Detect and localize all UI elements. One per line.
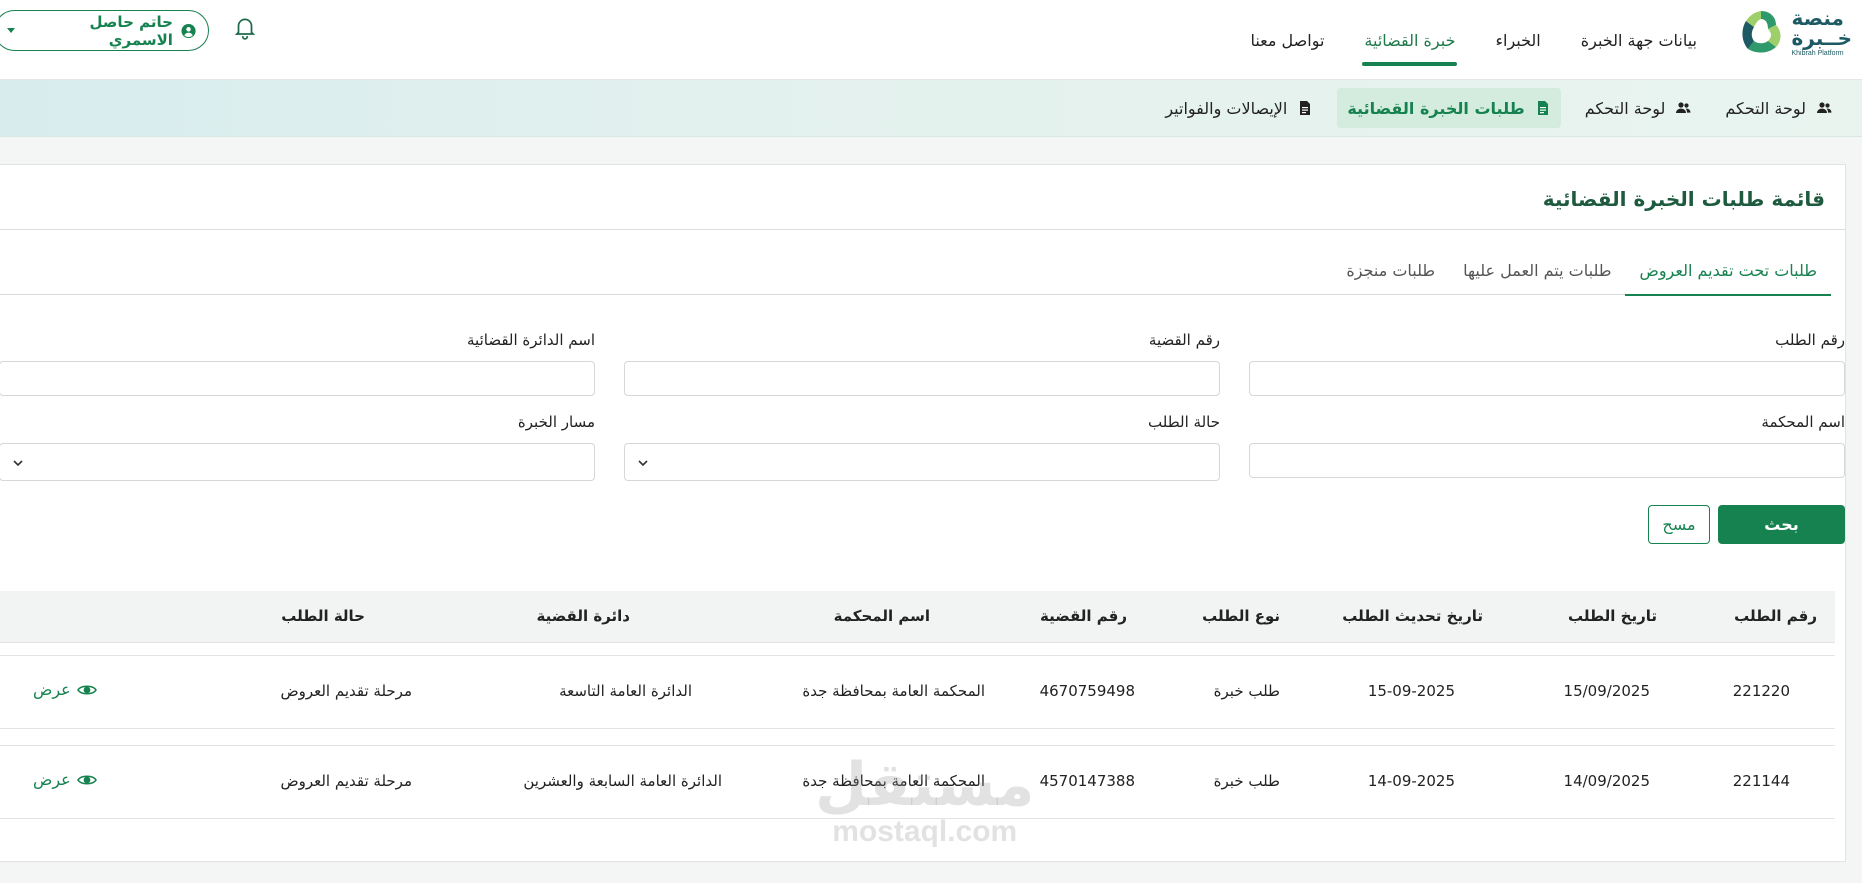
court-name-label: اسم المحكمة (1761, 413, 1845, 431)
cell-request-date: 15/09/2025 (1563, 682, 1650, 700)
title-divider (0, 229, 1845, 230)
cell-court-name: المحكمة العامة بمحافظة جدة (802, 682, 985, 700)
document-icon (1300, 101, 1311, 115)
th-court-name: اسم المحكمة (833, 607, 930, 625)
th-case-number: رقم القضية (1039, 607, 1127, 625)
request-status-select[interactable] (624, 443, 1220, 481)
cell-case-circuit: الدائرة العامة التاسعة (559, 682, 692, 700)
cell-case-circuit: الدائرة العامة السابعة والعشرين (523, 772, 722, 790)
search-button[interactable]: بحث (1718, 505, 1845, 544)
nav-label: تواصل معنا (1250, 30, 1325, 50)
nav-experts[interactable]: الخبراء (1475, 0, 1560, 80)
tab-under-offers[interactable]: طلبات تحت تقديم العروض (1625, 261, 1831, 296)
platform-logo[interactable]: منصة خــبرة Khibrah Platform (1732, 6, 1852, 58)
expertise-path-label: مسار الخبرة (517, 413, 595, 431)
subnav-label: لوحة التحكم (1725, 98, 1806, 118)
expertise-path-select[interactable] (0, 443, 595, 481)
eye-icon (76, 684, 97, 695)
view-label: عرض (33, 770, 71, 789)
subnav-receipts-invoices[interactable]: الإيصالات والفواتير (1155, 88, 1323, 128)
cell-request-status: مرحلة تقديم العروض (280, 682, 412, 700)
main-nav: بيانات جهة الخبرة الخبراء خبرة القضائية … (1230, 0, 1717, 80)
users-icon (1676, 102, 1691, 113)
th-case-circuit: دائرة القضية (536, 607, 630, 625)
cell-case-number: 4570147388 (1039, 772, 1135, 790)
user-circle-icon (181, 23, 196, 38)
subnav-label: طلبات الخبرة القضائية (1347, 98, 1525, 118)
chevron-down-icon (7, 28, 15, 33)
tab-in-progress[interactable]: طلبات يتم العمل عليها (1449, 261, 1625, 295)
table-row: 221144 14/09/2025 14-09-2025 طلب خبرة 45… (0, 745, 1835, 819)
users-icon (1817, 102, 1832, 113)
th-request-number: رقم الطلب (1734, 607, 1817, 625)
top-header: منصة خــبرة Khibrah Platform بيانات جهة … (0, 0, 1862, 80)
clear-button[interactable]: مسح (1648, 505, 1710, 544)
th-update-date: تاريخ تحديث الطلب (1342, 607, 1483, 625)
requests-card: قائمة طلبات الخبرة القضائية طلبات تحت تق… (0, 164, 1846, 862)
subnav-dashboard-2[interactable]: لوحة التحكم (1575, 88, 1702, 128)
request-number-input[interactable] (1249, 361, 1845, 396)
subnav-dashboard-1[interactable]: لوحة التحكم (1715, 88, 1842, 128)
cell-court-name: المحكمة العامة بمحافظة جدة (802, 772, 985, 790)
cell-update-date: 15-09-2025 (1367, 682, 1455, 700)
logo-line1: منصة (1791, 5, 1844, 30)
request-number-label: رقم الطلب (1775, 331, 1845, 349)
cell-request-type: طلب خبرة (1213, 772, 1280, 790)
court-name-input[interactable] (1249, 443, 1845, 478)
subnav-judicial-requests[interactable]: طلبات الخبرة القضائية (1337, 88, 1561, 128)
cell-request-status: مرحلة تقديم العروض (280, 772, 412, 790)
notification-bell-icon[interactable] (232, 14, 258, 40)
view-request-link[interactable]: عرض (33, 680, 97, 699)
sub-nav: لوحة التحكم لوحة التحكم طلبات الخبرة الق… (0, 80, 1862, 137)
circuit-name-label: اسم الدائرة القضائية (467, 331, 595, 349)
subnav-label: الإيصالات والفواتير (1165, 98, 1288, 118)
cell-request-date: 14/09/2025 (1563, 772, 1650, 790)
cell-request-number: 221220 (1732, 682, 1790, 700)
logo-english: Khibrah Platform (1791, 49, 1844, 57)
th-request-type: نوع الطلب (1202, 607, 1280, 625)
cell-update-date: 14-09-2025 (1367, 772, 1455, 790)
logo-text: منصة خــبرة Khibrah Platform (1792, 8, 1853, 57)
view-label: عرض (33, 680, 71, 699)
cell-request-type: طلب خبرة (1213, 682, 1280, 700)
th-request-date: تاريخ الطلب (1568, 607, 1657, 625)
subnav-label: لوحة التحكم (1584, 98, 1666, 118)
case-number-label: رقم القضية (1148, 331, 1220, 349)
table-row: 221220 15/09/2025 15-09-2025 طلب خبرة 46… (0, 655, 1835, 729)
circuit-name-input[interactable] (0, 361, 595, 396)
request-tabs: طلبات تحت تقديم العروض طلبات يتم العمل ع… (0, 261, 1831, 296)
case-number-input[interactable] (624, 361, 1220, 396)
request-status-label: حالة الطلب (1148, 413, 1220, 431)
table-header: رقم الطلب تاريخ الطلب تاريخ تحديث الطلب … (0, 591, 1835, 643)
logo-mark-icon (1741, 11, 1780, 53)
chevron-down-icon (13, 460, 23, 467)
nav-expertise-entity[interactable]: بيانات جهة الخبرة (1561, 0, 1717, 80)
eye-icon (76, 774, 97, 785)
nav-label: بيانات جهة الخبرة (1580, 30, 1697, 50)
cell-case-number: 4670759498 (1039, 682, 1135, 700)
page-title: قائمة طلبات الخبرة القضائية (1542, 187, 1825, 211)
document-icon (1537, 101, 1548, 115)
logo-line2: خــبرة (1791, 25, 1852, 50)
view-request-link[interactable]: عرض (33, 770, 97, 789)
nav-judicial-expertise[interactable]: خبرة القضائية (1344, 0, 1475, 80)
nav-contact-us[interactable]: تواصل معنا (1230, 0, 1344, 80)
user-name: حاتم حاصل الاسمري (89, 12, 173, 49)
cell-request-number: 221144 (1732, 772, 1790, 790)
th-request-status: حالة الطلب (281, 607, 365, 625)
nav-label: الخبراء (1495, 30, 1541, 50)
user-menu-button[interactable]: حاتم حاصل الاسمري (0, 10, 209, 51)
nav-label: خبرة القضائية (1364, 30, 1456, 50)
tab-completed[interactable]: طلبات منجزة (1332, 261, 1449, 295)
chevron-down-icon (638, 460, 648, 467)
